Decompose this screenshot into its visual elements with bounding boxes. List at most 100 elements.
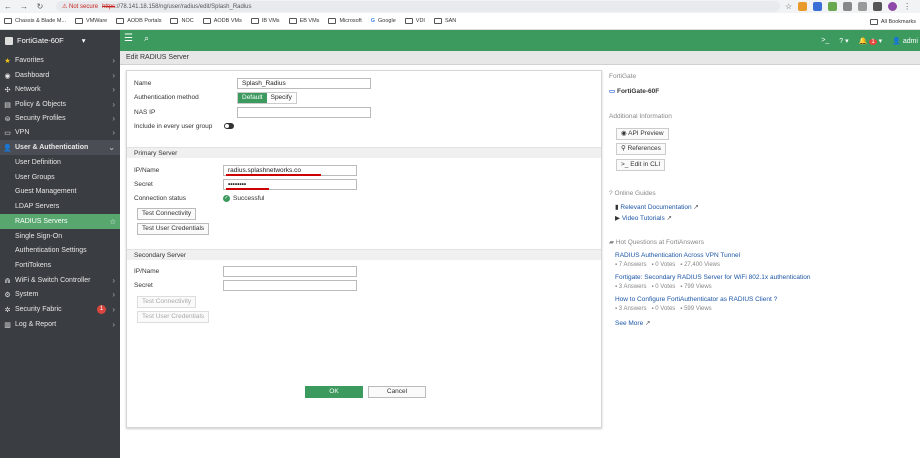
all-bookmarks-label: All Bookmarks — [880, 18, 916, 25]
edit-cli-button[interactable]: >_ Edit in CLI — [616, 159, 666, 171]
bookmark-item[interactable]: EB VMs — [288, 18, 319, 24]
back-icon[interactable]: ← — [0, 2, 16, 11]
secondary-test-connectivity-button[interactable]: Test Connectivity — [137, 296, 197, 308]
device-info-name: FortiGate-60F — [616, 88, 660, 95]
user-menu[interactable]: 👤 admi — [892, 37, 918, 45]
test-user-credentials-button[interactable]: Test User Credentials — [137, 223, 210, 235]
profile-avatar[interactable] — [888, 2, 898, 11]
help-icon[interactable]: ? ▾ — [839, 37, 848, 45]
all-bookmarks[interactable]: All Bookmarks — [869, 13, 916, 30]
sidebar-item-user-groups[interactable]: User Groups — [0, 170, 120, 185]
video-icon: ▶ — [615, 215, 620, 222]
sidebar-item-label: Security Profiles — [15, 115, 66, 122]
bookmark-item[interactable]: Chassis & Blade M... — [4, 18, 66, 24]
question-link[interactable]: Fortigate: Secondary RADIUS Server for W… — [615, 274, 810, 281]
sidebar-item-label: Authentication Settings — [15, 247, 87, 254]
sidebar-item-fortitokens[interactable]: FortiTokens — [0, 258, 120, 273]
hot-questions-label: Hot Questions at FortiAnswers — [615, 239, 704, 246]
secondary-secret-input[interactable] — [223, 280, 357, 291]
primary-ip-label: IP/Name — [134, 167, 160, 174]
votes-count: 0 Votes — [655, 284, 676, 290]
sidebar-item-network[interactable]: ✣ Network › — [0, 82, 120, 97]
auth-specify-button[interactable]: Specify — [267, 93, 296, 103]
cancel-button[interactable]: Cancel — [368, 386, 426, 398]
bookmark-star-icon[interactable]: ☆ — [785, 2, 792, 11]
external-link-icon: ↗ — [693, 204, 699, 211]
secondary-test-user-credentials-button[interactable]: Test User Credentials — [137, 311, 210, 323]
sidebar-item-authentication-settings[interactable]: Authentication Settings — [0, 243, 120, 258]
sidebar-item-user-definition[interactable]: User Definition — [0, 155, 120, 170]
sidebar-item-ldap-servers[interactable]: LDAP Servers — [0, 199, 120, 214]
folder-icon — [4, 18, 12, 24]
sidebar-item-favorites[interactable]: ★ Favorites › — [0, 53, 120, 68]
sidebar-item-single-sign-on[interactable]: Single Sign-On — [0, 229, 120, 244]
video-tutorials-link[interactable]: ▶ Video Tutorials ↗ — [615, 214, 672, 222]
sidebar-item-log-report[interactable]: ▥ Log & Report › — [0, 317, 120, 332]
name-input[interactable]: Splash_Radius — [237, 78, 371, 89]
connection-status: ✓ Successful — [223, 195, 264, 202]
sidebar-item-wifi-switch[interactable]: ⋒ WiFi & Switch Controller › — [0, 273, 120, 288]
sidebar-item-vpn[interactable]: ▭ VPN › — [0, 125, 120, 140]
bookmark-item[interactable]: Microsoft — [328, 18, 362, 24]
notifications-button[interactable]: 🔔 1 ▾ — [859, 37, 882, 45]
question-link[interactable]: How to Configure FortiAuthenticator as R… — [615, 296, 777, 303]
chevron-right-icon: › — [112, 290, 115, 299]
bookmark-label: NOC — [181, 18, 194, 24]
not-secure-warning[interactable]: ⚠ Not secure — [62, 3, 98, 10]
online-guides-label: Online Guides — [614, 190, 656, 197]
hamburger-menu-icon[interactable]: ☰ — [124, 33, 133, 44]
question-link[interactable]: RADIUS Authentication Across VPN Tunnel — [615, 252, 740, 259]
include-user-group-toggle[interactable] — [224, 123, 234, 129]
extension-icon[interactable] — [828, 2, 838, 11]
search-icon[interactable]: ⌕ — [144, 33, 149, 44]
relevant-documentation-link[interactable]: ▮ Relevant Documentation ↗ — [615, 203, 699, 211]
bookmark-item[interactable]: AODB VMs — [202, 18, 242, 24]
sidebar-item-label: Log & Report — [15, 321, 57, 328]
sidebar-item-policy[interactable]: ▤ Policy & Objects › — [0, 97, 120, 112]
address-bar[interactable]: ⚠ Not secure https://78.141.18.158/ng/us… — [56, 1, 780, 12]
forward-icon[interactable]: → — [16, 2, 32, 11]
sidebar-item-security-profiles[interactable]: ⊜ Security Profiles › — [0, 111, 120, 126]
favorite-star-icon[interactable]: ☆ — [110, 218, 116, 226]
edit-radius-form: Name Splash_Radius Authentication method… — [126, 70, 602, 428]
extension-icon[interactable] — [813, 2, 823, 11]
cli-console-icon[interactable]: >_ — [821, 37, 829, 44]
reload-icon[interactable]: ↻ — [32, 2, 48, 11]
see-more-link[interactable]: See More ↗ — [615, 319, 650, 327]
extension-icon[interactable] — [843, 2, 853, 11]
views-count: 27,400 Views — [684, 262, 721, 268]
bookmark-item[interactable]: SAN — [433, 18, 456, 24]
eye-icon: ◉ — [621, 130, 627, 137]
chat-icon: ▰ — [609, 239, 614, 246]
bookmark-item[interactable]: AODB Portals — [116, 18, 161, 24]
auth-default-button[interactable]: Default — [238, 93, 267, 103]
sidebar-item-guest-management[interactable]: Guest Management — [0, 184, 120, 199]
chevron-down-icon[interactable]: ▾ — [82, 36, 86, 45]
network-icon: ✣ — [4, 86, 11, 94]
bookmark-item[interactable]: VDI — [404, 18, 425, 24]
bookmark-item[interactable]: VMWare — [75, 18, 107, 24]
folder-icon — [433, 18, 442, 24]
menu-dots-icon[interactable]: ⋮ — [903, 2, 911, 11]
bookmark-item[interactable]: G Google — [371, 18, 396, 24]
ok-button[interactable]: OK — [305, 386, 363, 398]
sidebar-item-system[interactable]: ⚙ System › — [0, 287, 120, 302]
nas-ip-input[interactable] — [237, 107, 371, 118]
bookmark-label: VMWare — [86, 18, 108, 24]
bookmark-item[interactable]: NOC — [170, 18, 194, 24]
api-preview-button[interactable]: ◉ API Preview — [616, 128, 669, 140]
vpn-icon: ▭ — [4, 129, 11, 137]
sidebar-item-security-fabric[interactable]: ✲ Security Fabric 1 › — [0, 302, 120, 317]
extension-icon[interactable] — [858, 2, 868, 11]
sidebar-item-user-authentication[interactable]: 👤 User & Authentication ⌄ — [0, 140, 120, 155]
sidebar-item-dashboard[interactable]: ◉ Dashboard › — [0, 68, 120, 83]
sidebar-item-radius-servers[interactable]: RADIUS Servers ☆ — [0, 214, 120, 229]
secondary-ip-input[interactable] — [223, 266, 357, 277]
extension-icon[interactable] — [873, 2, 883, 11]
references-button[interactable]: ⚲ References — [616, 143, 666, 155]
sidebar-item-label: User & Authentication — [15, 144, 89, 151]
test-connectivity-button[interactable]: Test Connectivity — [137, 208, 197, 220]
bookmark-item[interactable]: IB VMs — [250, 18, 280, 24]
extension-icon[interactable] — [798, 2, 808, 11]
header-actions: >_ ? ▾ 🔔 1 ▾ 👤 admi — [821, 30, 920, 51]
